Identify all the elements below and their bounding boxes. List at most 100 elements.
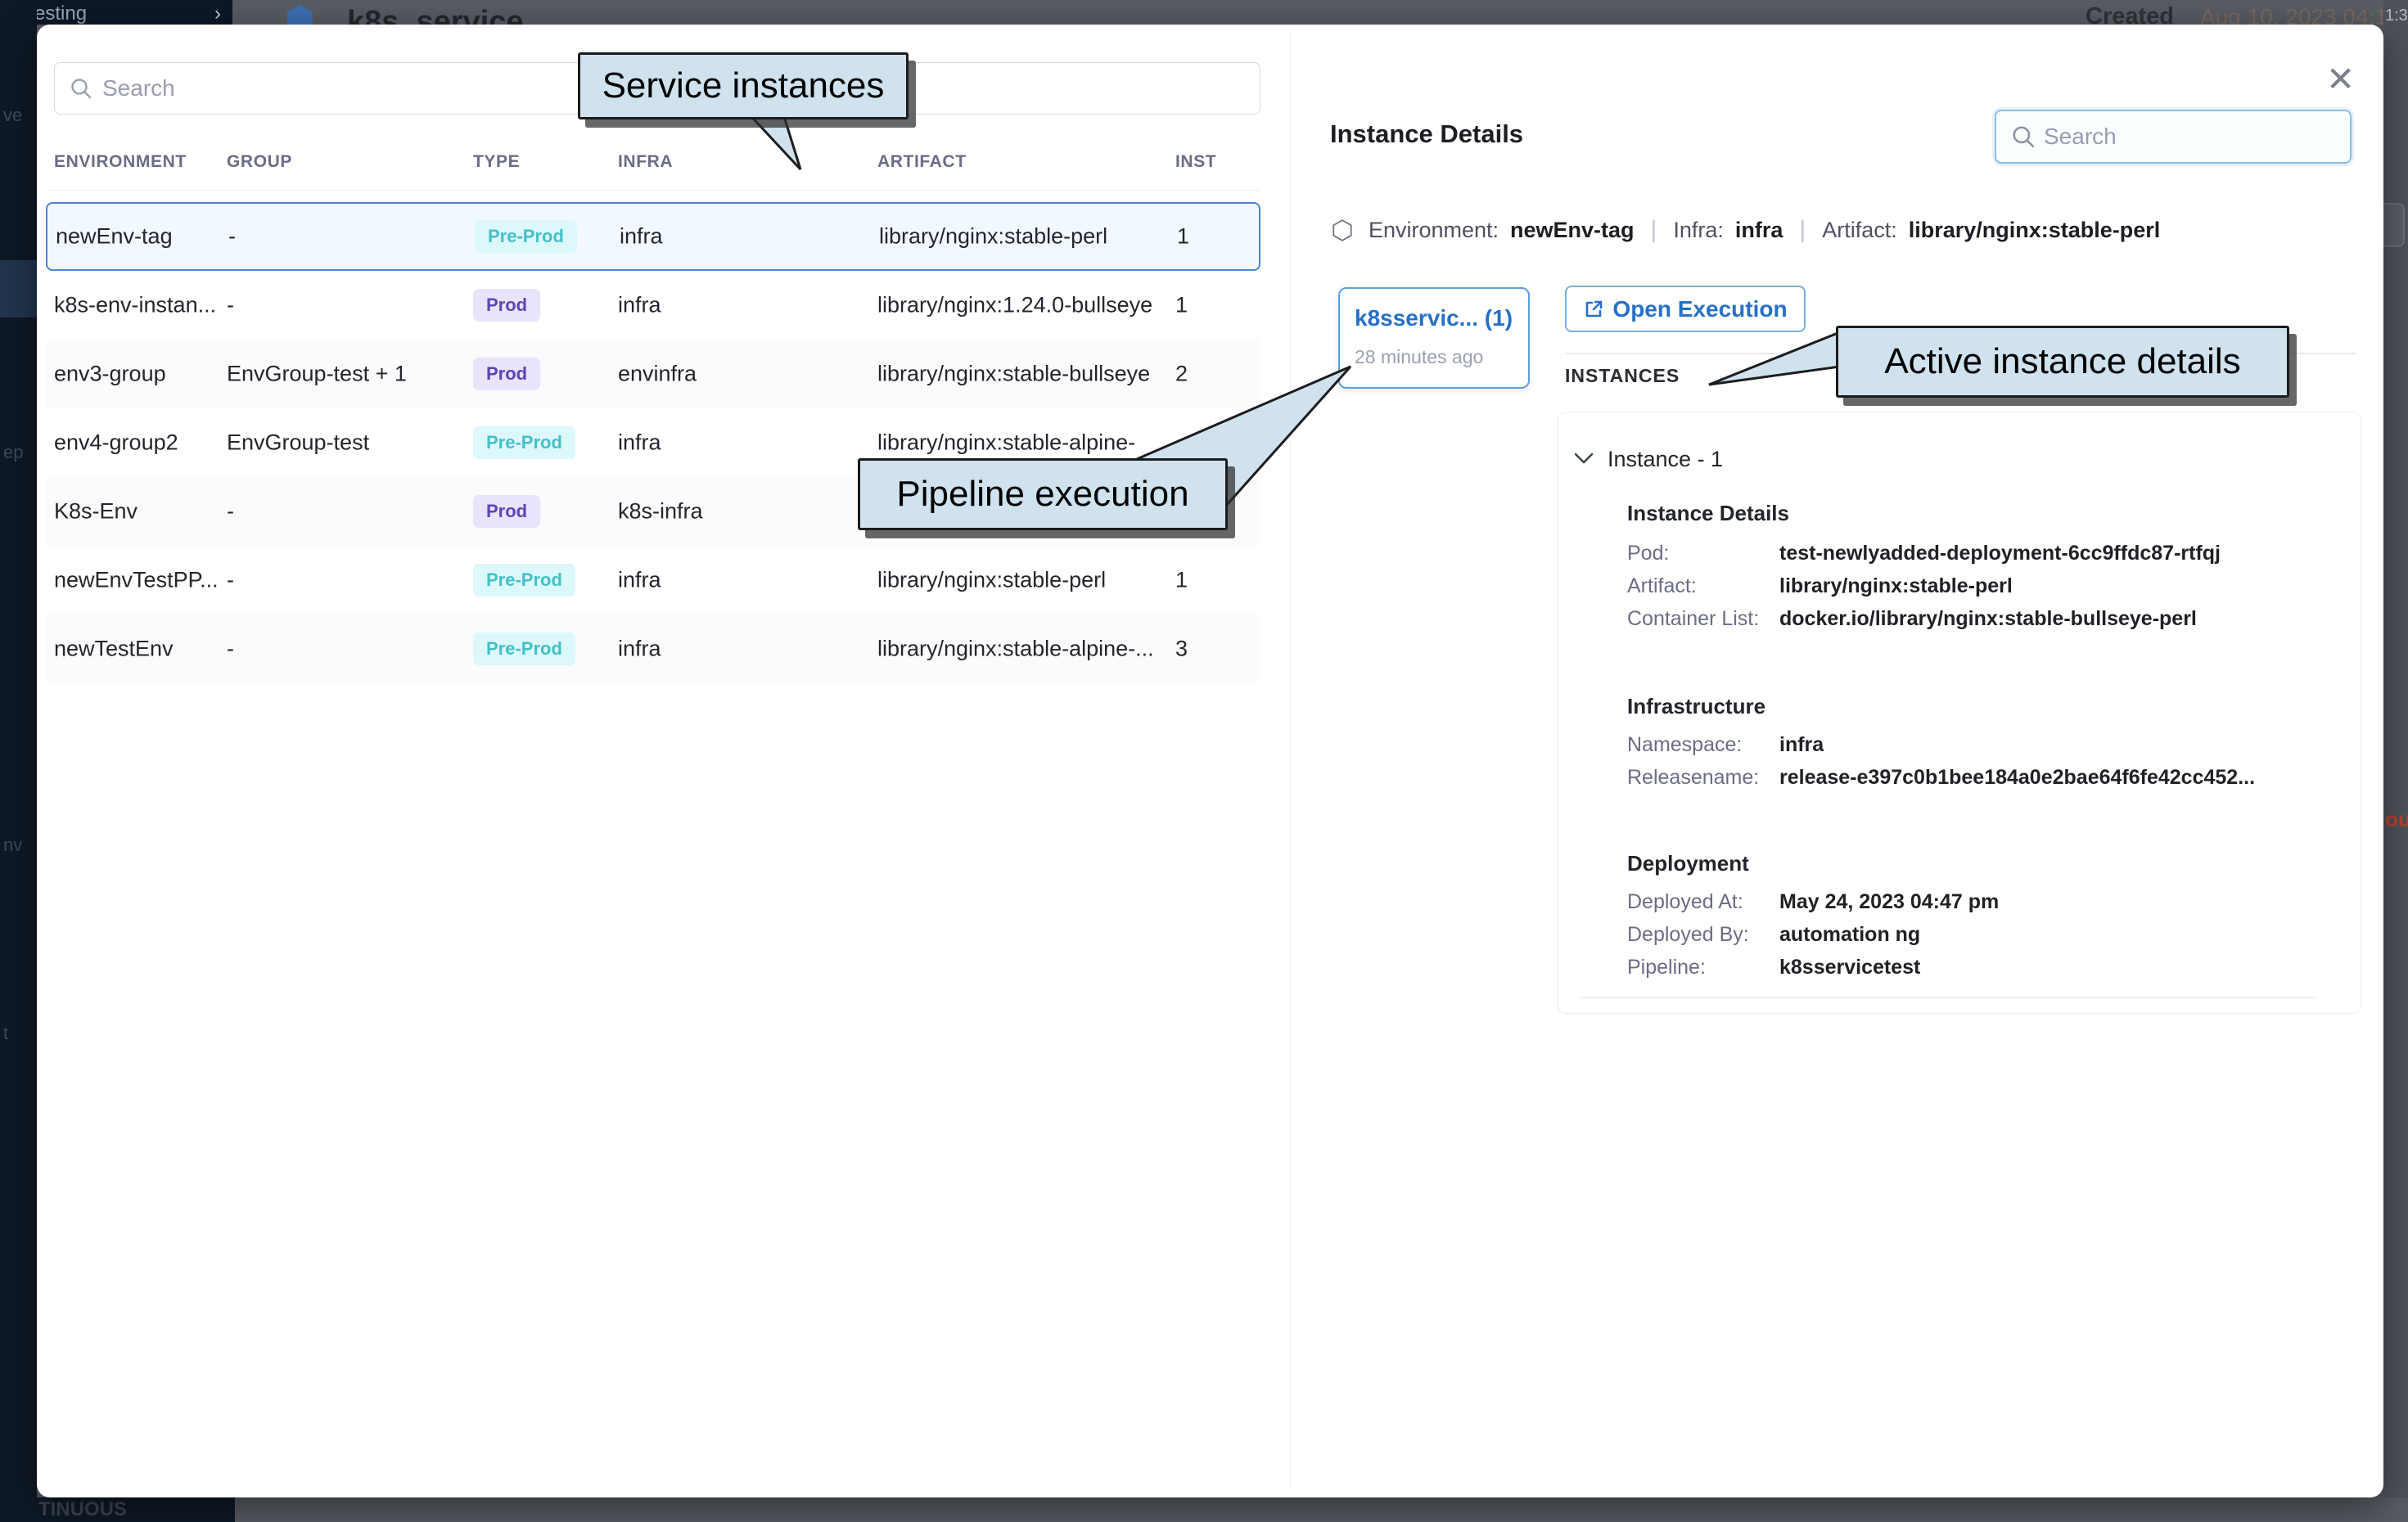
- artifact-value: library/nginx:stable-perl: [1909, 218, 2161, 243]
- cell-inst: 1: [1175, 568, 1188, 593]
- instance-summary-line: ⬡ Environment: newEnv-tag | Infra: infra…: [1331, 214, 2160, 245]
- screen: ⬢ k8s_service Created Aug 10, 2023 04:10…: [0, 0, 2408, 1522]
- search-placeholder: Search: [2044, 124, 2117, 150]
- pipeline-value: k8sservicetest: [1779, 956, 1920, 979]
- open-execution-label: Open Execution: [1612, 296, 1787, 322]
- container-list-value: docker.io/library/nginx:stable-bullseye-…: [1779, 607, 2197, 631]
- open-execution-button[interactable]: Open Execution: [1565, 286, 1806, 332]
- instances-section-label: INSTANCES: [1565, 365, 1680, 387]
- chevron-right-icon: ›: [214, 0, 221, 25]
- table-row[interactable]: newEnvTestPP... - Pre-Prod infra library…: [46, 546, 1260, 615]
- table-row[interactable]: newTestEnv - Pre-Prod infra library/ngin…: [46, 615, 1260, 683]
- callout-active-instance-details: Active instance details: [1836, 326, 2289, 398]
- cell-artifact: library/nginx:stable-alpine-...: [877, 637, 1154, 662]
- infrastructure-heading: Infrastructure: [1627, 694, 1765, 719]
- execution-time: 28 minutes ago: [1355, 346, 1483, 368]
- background-page-title: k8s_service: [347, 5, 524, 25]
- instance-accordion-title[interactable]: Instance - 1: [1608, 447, 1723, 472]
- column-header-group[interactable]: GROUP: [227, 152, 292, 172]
- env-type-badge: Pre-Prod: [473, 633, 575, 665]
- external-link-icon: [1583, 299, 1604, 320]
- cell-environment: k8s-env-instan...: [54, 293, 216, 318]
- column-header-infra[interactable]: INFRA: [618, 152, 673, 172]
- separator: |: [1651, 216, 1657, 244]
- background-sidebar: ve ep nv t: [0, 0, 37, 1522]
- deployed-by-label: Deployed By:: [1627, 923, 1749, 947]
- background-fragment: 1:3: [2385, 7, 2408, 25]
- cell-inst: 3: [1175, 637, 1188, 662]
- namespace-label: Namespace:: [1627, 733, 1742, 757]
- table-row[interactable]: k8s-env-instan... - Prod infra library/n…: [46, 271, 1260, 340]
- background-button-fragment: [2383, 203, 2405, 247]
- cell-environment: env3-group: [54, 362, 166, 387]
- cell-environment: newTestEnv: [54, 637, 174, 662]
- deployed-at-value: May 24, 2023 04:47 pm: [1779, 890, 1999, 914]
- cell-environment: newEnv-tag: [56, 224, 173, 250]
- close-icon[interactable]: ✕: [2326, 59, 2355, 99]
- instance-details-heading: Instance Details: [1627, 501, 1789, 526]
- table-row[interactable]: env3-group EnvGroup-test + 1 Prod envinf…: [46, 340, 1260, 408]
- deployed-at-label: Deployed At:: [1627, 890, 1743, 914]
- env-type-badge: Pre-Prod: [475, 220, 577, 253]
- cell-inst: 1: [1177, 224, 1189, 250]
- cell-inst: 1: [1175, 293, 1188, 318]
- panel-divider: [1290, 33, 1291, 1489]
- cell-infra: infra: [620, 224, 663, 250]
- environment-value: newEnv-tag: [1510, 218, 1635, 243]
- env-type-badge: Prod: [473, 289, 540, 322]
- sidebar-fragment: nv: [3, 835, 22, 856]
- cell-group: -: [228, 224, 236, 250]
- infra-label: Infra:: [1673, 218, 1724, 243]
- env-type-badge: Pre-Prod: [473, 426, 575, 459]
- sidebar-fragment: t: [3, 1023, 8, 1044]
- releasename-value: release-e397c0b1bee184a0e2bae64f6fe42cc4…: [1779, 766, 2255, 790]
- separator: |: [1799, 216, 1806, 244]
- cell-group: -: [227, 499, 234, 525]
- execution-name: k8sservic... (1): [1355, 305, 1513, 331]
- callout-pipeline-execution: Pipeline execution: [858, 458, 1228, 530]
- instance-details-title: Instance Details: [1330, 119, 1523, 149]
- cell-infra: k8s-infra: [618, 499, 703, 525]
- cell-artifact: library/nginx:stable-alpine-: [877, 430, 1135, 456]
- service-hexagon-icon: ⬢: [285, 2, 315, 25]
- background-fragment: ou: [2385, 807, 2408, 832]
- execution-card[interactable]: k8sservic... (1) 28 minutes ago: [1338, 287, 1530, 389]
- artifact-value: library/nginx:stable-perl: [1779, 574, 2013, 598]
- cell-environment: env4-group2: [54, 430, 178, 456]
- search-icon: [70, 77, 92, 100]
- cell-group: -: [227, 568, 234, 593]
- cell-artifact: library/nginx:stable-bullseye: [877, 362, 1150, 387]
- column-header-inst[interactable]: INST: [1175, 152, 1216, 172]
- artifact-label: Artifact:: [1627, 574, 1697, 598]
- releasename-label: Releasename:: [1627, 766, 1759, 790]
- search-placeholder: Search: [102, 75, 175, 101]
- deployment-heading: Deployment: [1627, 851, 1749, 876]
- cell-environment: K8s-Env: [54, 499, 138, 525]
- cell-inst: 2: [1175, 362, 1188, 387]
- table-row[interactable]: newEnv-tag - Pre-Prod infra library/ngin…: [46, 202, 1260, 271]
- column-header-artifact[interactable]: ARTIFACT: [877, 152, 967, 172]
- env-type-badge: Pre-Prod: [473, 564, 575, 597]
- card-bottom-divider: [1580, 997, 2316, 998]
- column-header-environment[interactable]: ENVIRONMENT: [54, 152, 187, 172]
- column-header-type[interactable]: TYPE: [473, 152, 520, 172]
- env-type-badge: Prod: [473, 358, 540, 390]
- environment-hexagon-icon: ⬡: [1331, 214, 1354, 245]
- search-icon: [2011, 124, 2036, 149]
- cell-infra: infra: [618, 568, 661, 593]
- created-value: Aug 10, 2023 04:10 am: [2200, 4, 2408, 25]
- chevron-down-icon[interactable]: [1573, 452, 1594, 465]
- cell-group: -: [227, 637, 234, 662]
- namespace-value: infra: [1779, 733, 1824, 757]
- deployed-by-value: automation ng: [1779, 923, 1920, 947]
- infra-value: infra: [1735, 218, 1783, 243]
- cell-group: EnvGroup-test: [227, 430, 369, 456]
- instance-search-input[interactable]: Search: [1995, 110, 2352, 164]
- table-header-divider: [49, 190, 1260, 191]
- background-right-strip: 1:3 ou: [2383, 0, 2408, 1522]
- pod-label: Pod:: [1627, 542, 1669, 565]
- environment-label: Environment:: [1369, 218, 1499, 243]
- pipeline-label: Pipeline:: [1627, 956, 1706, 979]
- cell-artifact: library/nginx:stable-perl: [879, 224, 1107, 250]
- sidebar-selected-item: [0, 260, 37, 317]
